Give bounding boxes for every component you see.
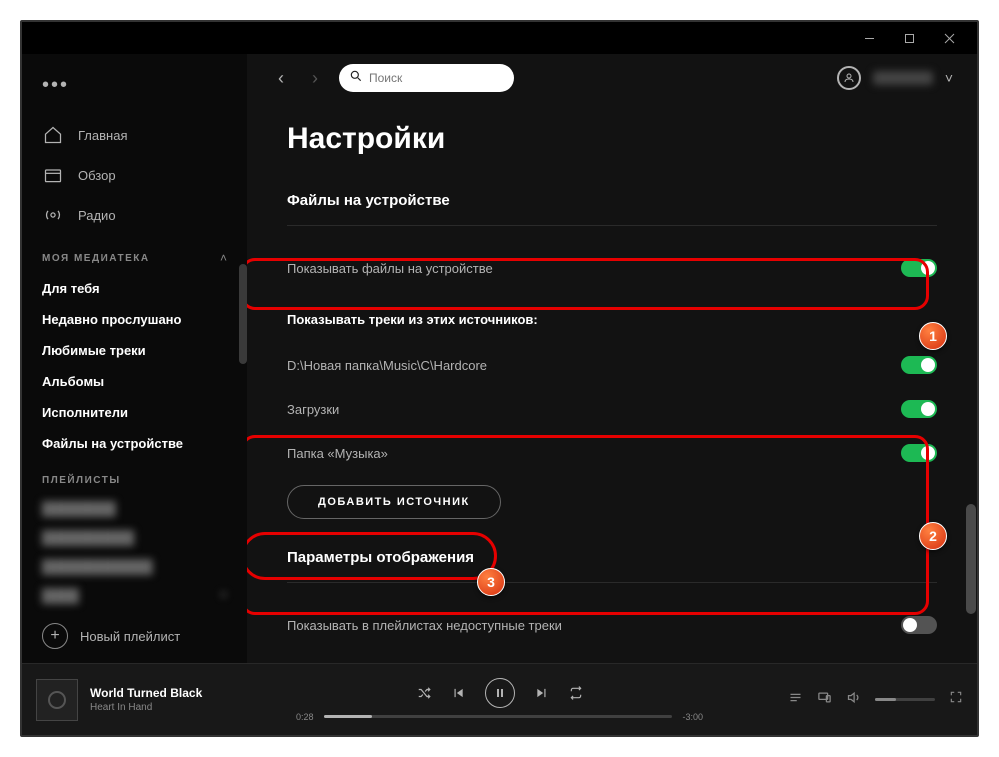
queue-button[interactable] <box>788 690 803 710</box>
search-box[interactable] <box>339 64 514 92</box>
track-artist[interactable]: Heart In Hand <box>90 702 202 713</box>
new-playlist-label: Новый плейлист <box>80 629 180 644</box>
progress-fill <box>324 715 373 718</box>
player-controls: 0:28 -3:00 <box>296 678 703 722</box>
lib-local[interactable]: Файлы на устройстве <box>22 428 247 459</box>
setting-show-unavailable: Показывать в плейлистах недоступные трек… <box>287 603 937 647</box>
nav-radio[interactable]: Радио <box>22 195 247 235</box>
playlist-item[interactable]: ██████████ <box>22 523 247 552</box>
nav-label: Радио <box>78 208 116 223</box>
playlist-item[interactable]: ████████████ <box>22 552 247 581</box>
home-icon <box>42 124 64 146</box>
main-scrollbar[interactable] <box>966 504 976 614</box>
forward-button[interactable]: › <box>305 68 325 89</box>
radio-icon <box>42 204 64 226</box>
nav-label: Обзор <box>78 168 116 183</box>
setting-label: Показывать в плейлистах недоступные трек… <box>287 618 562 633</box>
player-right <box>703 690 963 710</box>
nav-home[interactable]: Главная <box>22 115 247 155</box>
fullscreen-button[interactable] <box>949 690 963 709</box>
sources-header: Показывать треки из этих источников: <box>287 312 937 327</box>
toggle-source[interactable] <box>901 356 937 374</box>
user-menu[interactable]: ˅ <box>837 66 953 90</box>
playlists-title: ПЛЕЙЛИСТЫ <box>42 475 121 486</box>
divider <box>287 582 937 583</box>
source-path: Папка «Музыка» <box>287 446 388 461</box>
topbar: ‹ › ˅ <box>247 54 977 102</box>
add-source-button[interactable]: ДОБАВИТЬ ИСТОЧНИК <box>287 485 501 519</box>
setting-show-local: Показывать файлы на устройстве <box>287 246 937 290</box>
divider <box>287 225 937 226</box>
lib-albums[interactable]: Альбомы <box>22 366 247 397</box>
playlist-item[interactable]: ████˅ <box>22 581 247 610</box>
maximize-button[interactable] <box>889 24 929 52</box>
toggle-show-unavailable[interactable] <box>901 616 937 634</box>
devices-button[interactable] <box>817 690 832 710</box>
local-files-header: Файлы на устройстве <box>287 192 937 209</box>
source-row: Загрузки <box>287 387 937 431</box>
playlist-item[interactable]: ████████ <box>22 494 247 523</box>
chevron-down-icon: ˅ <box>220 588 227 603</box>
lib-liked[interactable]: Любимые треки <box>22 335 247 366</box>
volume-fill <box>875 698 896 701</box>
sidebar-scrollbar[interactable] <box>239 264 247 364</box>
progress-bar[interactable] <box>324 715 673 718</box>
toggle-source[interactable] <box>901 400 937 418</box>
now-playing: World Turned Black Heart In Hand <box>36 679 296 721</box>
nav-browse[interactable]: Обзор <box>22 155 247 195</box>
annotation-badge-3: 3 <box>477 568 505 596</box>
new-playlist-button[interactable]: + Новый плейлист <box>22 611 247 661</box>
chevron-up-icon: ˄ <box>220 251 227 265</box>
track-title[interactable]: World Turned Black <box>90 686 202 700</box>
source-path: D:\Новая папка\Music\C\Hardcore <box>287 358 487 373</box>
volume-slider[interactable] <box>875 698 935 701</box>
toggle-source[interactable] <box>901 444 937 462</box>
lib-recent[interactable]: Недавно прослушано <box>22 304 247 335</box>
next-button[interactable] <box>535 686 549 700</box>
close-button[interactable] <box>929 24 969 52</box>
previous-button[interactable] <box>451 686 465 700</box>
titlebar <box>22 22 977 54</box>
settings-content: Настройки Файлы на устройстве Показывать… <box>247 102 977 663</box>
search-icon <box>349 69 363 88</box>
library-title: МОЯ МЕДИАТЕКА <box>42 253 150 264</box>
toggle-show-local[interactable] <box>901 259 937 277</box>
nav-label: Главная <box>78 128 127 143</box>
playlists-header[interactable]: ПЛЕЙЛИСТЫ <box>22 459 247 494</box>
annotation-badge-1: 1 <box>919 322 947 350</box>
lib-for-you[interactable]: Для тебя <box>22 273 247 304</box>
app-window: ••• Главная Обзор Радио МОЯ МЕ <box>20 20 979 737</box>
chevron-down-icon: ˅ <box>945 70 953 86</box>
setting-label: Показывать файлы на устройстве <box>287 261 493 276</box>
sidebar: ••• Главная Обзор Радио МОЯ МЕ <box>22 54 247 663</box>
main-panel: ‹ › ˅ Настройки <box>247 54 977 663</box>
time-elapsed: 0:28 <box>296 712 314 722</box>
repeat-button[interactable] <box>569 686 583 700</box>
lib-artists[interactable]: Исполнители <box>22 397 247 428</box>
annotation-badge-2: 2 <box>919 522 947 550</box>
source-path: Загрузки <box>287 402 339 417</box>
source-row: Папка «Музыка» <box>287 431 937 475</box>
back-button[interactable]: ‹ <box>271 68 291 89</box>
main-area: ••• Главная Обзор Радио МОЯ МЕ <box>22 54 977 663</box>
minimize-button[interactable] <box>849 24 889 52</box>
library-header[interactable]: МОЯ МЕДИАТЕКА ˄ <box>22 235 247 273</box>
user-icon <box>837 66 861 90</box>
volume-button[interactable] <box>846 690 861 710</box>
source-row: D:\Новая папка\Music\C\Hardcore <box>287 343 937 387</box>
browse-icon <box>42 164 64 186</box>
pause-button[interactable] <box>485 678 515 708</box>
more-button[interactable]: ••• <box>22 62 247 115</box>
time-remaining: -3:00 <box>682 712 703 722</box>
search-input[interactable] <box>369 71 524 85</box>
page-title: Настройки <box>287 122 937 156</box>
shuffle-button[interactable] <box>417 686 431 700</box>
album-art[interactable] <box>36 679 78 721</box>
player-bar: World Turned Black Heart In Hand <box>22 663 977 735</box>
plus-icon: + <box>42 623 68 649</box>
user-name <box>873 71 933 85</box>
display-header: Параметры отображения <box>287 549 937 566</box>
